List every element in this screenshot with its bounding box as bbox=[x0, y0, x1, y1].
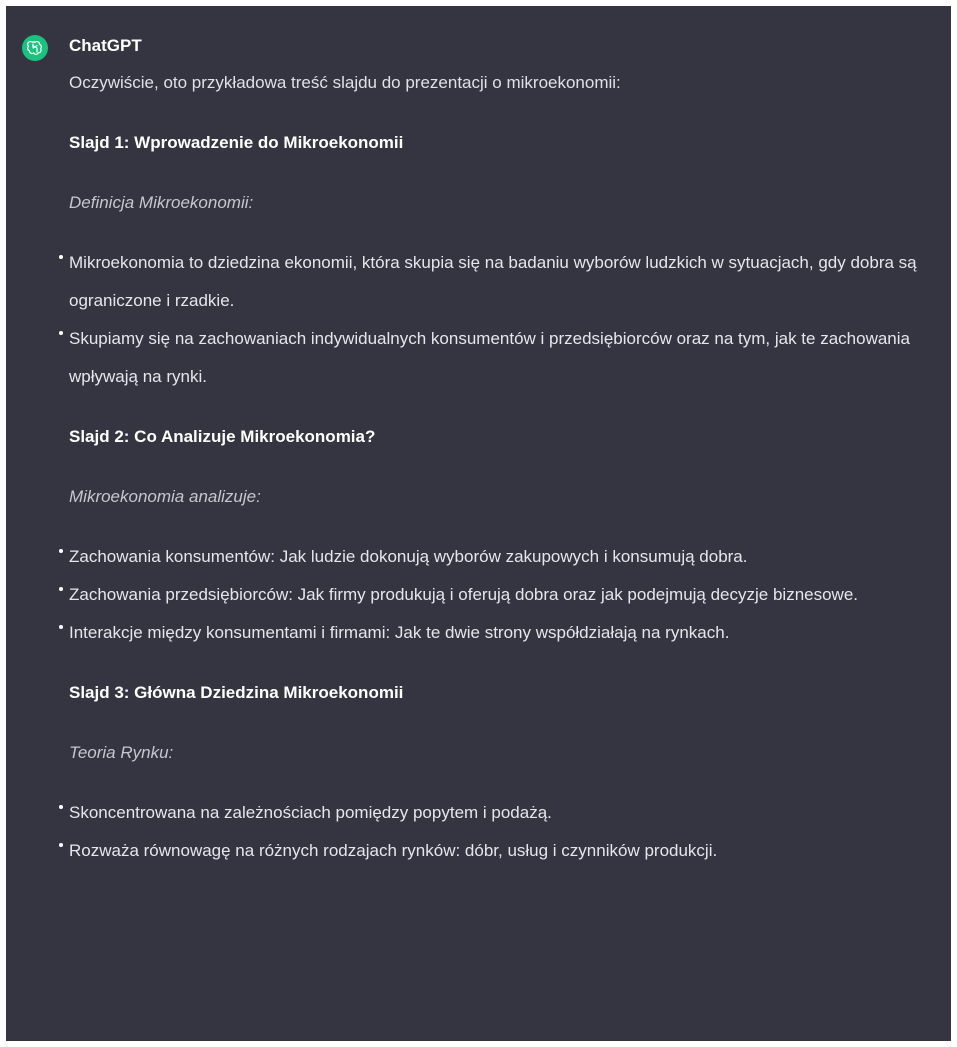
chatgpt-avatar bbox=[22, 35, 48, 61]
slide-subheading: Teoria Rynku: bbox=[69, 743, 174, 762]
slide-title: Slajd 3: Główna Dziedzina Mikroekonomii bbox=[69, 683, 404, 702]
slide-title: Slajd 2: Co Analizuje Mikroekonomia? bbox=[69, 427, 376, 446]
list-item: Mikroekonomia to dziedzina ekonomii, któ… bbox=[59, 244, 919, 320]
slide-section: Slajd 1: Wprowadzenie do Mikroekonomii D… bbox=[59, 124, 919, 396]
list-item: Zachowania konsumentów: Jak ludzie dokon… bbox=[59, 538, 919, 576]
openai-logo-icon bbox=[27, 40, 43, 56]
bullet-list: Zachowania konsumentów: Jak ludzie dokon… bbox=[59, 538, 919, 652]
list-item: Skupiamy się na zachowaniach indywidualn… bbox=[59, 320, 919, 396]
message-author: ChatGPT bbox=[69, 36, 142, 55]
list-item: Interakcje między konsumentami i firmami… bbox=[59, 614, 919, 652]
slide-subheading: Mikroekonomia analizuje: bbox=[69, 487, 261, 506]
slide-subheading: Definicja Mikroekonomii: bbox=[69, 193, 254, 212]
slide-section: Slajd 3: Główna Dziedzina Mikroekonomii … bbox=[59, 674, 919, 870]
chat-message: ChatGPT Oczywiście, oto przykładowa treś… bbox=[6, 6, 951, 1041]
bullet-list: Mikroekonomia to dziedzina ekonomii, któ… bbox=[59, 244, 919, 396]
intro-text: Oczywiście, oto przykładowa treść slajdu… bbox=[69, 73, 621, 92]
screenshot-frame: ChatGPT Oczywiście, oto przykładowa treś… bbox=[0, 0, 957, 1047]
slide-section: Slajd 2: Co Analizuje Mikroekonomia? Mik… bbox=[59, 418, 919, 652]
list-item: Skoncentrowana na zależnościach pomiędzy… bbox=[59, 794, 919, 832]
list-item: Rozważa równowagę na różnych rodzajach r… bbox=[59, 832, 919, 870]
message-content: Oczywiście, oto przykładowa treść slajdu… bbox=[59, 64, 919, 870]
list-item: Zachowania przedsiębiorców: Jak firmy pr… bbox=[59, 576, 919, 614]
slide-title: Slajd 1: Wprowadzenie do Mikroekonomii bbox=[69, 133, 404, 152]
bullet-list: Skoncentrowana na zależnościach pomiędzy… bbox=[59, 794, 919, 870]
